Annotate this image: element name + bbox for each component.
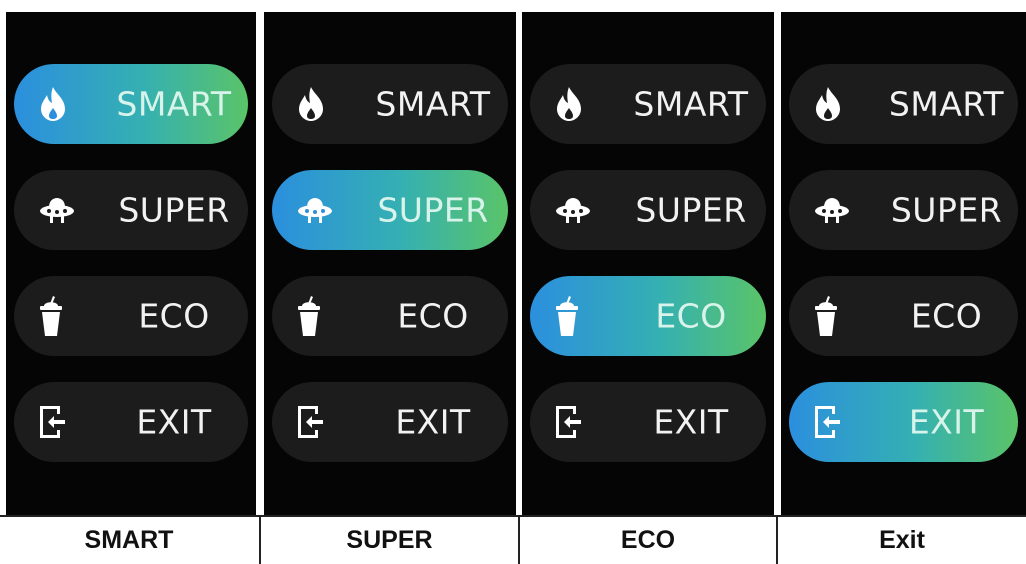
- exit-door-icon: [296, 405, 326, 439]
- ufo-icon: [554, 195, 592, 225]
- menu-item-smart[interactable]: SMART: [789, 64, 1018, 144]
- panel-divider: [775, 12, 779, 564]
- cup-icon: [38, 295, 64, 337]
- menu-item-smart[interactable]: SMART: [530, 64, 766, 144]
- caption-super: SUPER: [346, 526, 433, 554]
- menu-item-super[interactable]: SUPER: [789, 170, 1018, 250]
- cup-icon: [813, 295, 839, 337]
- exit-door-icon: [38, 405, 68, 439]
- menu-item-eco[interactable]: ECO: [272, 276, 508, 356]
- caption-exit: Exit: [879, 526, 925, 554]
- menu-item-label: SMART: [116, 84, 232, 124]
- menu-item-label: EXIT: [908, 402, 985, 442]
- panel-smart: SMART SUPER ECO EXIT: [6, 12, 256, 515]
- exit-door-icon: [554, 405, 584, 439]
- menu-item-label: ECO: [910, 296, 983, 336]
- flame-icon: [554, 86, 584, 122]
- menu-item-eco[interactable]: ECO: [789, 276, 1018, 356]
- caption-eco: ECO: [620, 526, 676, 554]
- caption-row: SMART SUPER ECO Exit: [0, 515, 1026, 564]
- menu-item-label: SUPER: [635, 190, 747, 230]
- menu-item-label: SUPER: [118, 190, 230, 230]
- menu-item-label: ECO: [138, 296, 210, 336]
- ufo-icon: [38, 195, 76, 225]
- flame-icon: [296, 86, 326, 122]
- panel-divider: [517, 12, 521, 564]
- menu-item-label: EXIT: [395, 402, 471, 442]
- menu-item-label: ECO: [397, 296, 469, 336]
- cup-icon: [296, 295, 322, 337]
- menu-item-eco[interactable]: ECO: [530, 276, 766, 356]
- menu-item-exit[interactable]: EXIT: [789, 382, 1018, 462]
- menu-item-super[interactable]: SUPER: [530, 170, 766, 250]
- panel-eco: SMART SUPER ECO EXIT: [522, 12, 774, 515]
- menu-item-label: SMART: [888, 84, 1005, 124]
- menu-item-label: SUPER: [890, 190, 1003, 230]
- panel-super: SMART SUPER ECO EXIT: [264, 12, 516, 515]
- caption-smart: SMART: [84, 526, 174, 554]
- menu-item-label: SMART: [375, 84, 491, 124]
- menu-item-label: SUPER: [377, 190, 489, 230]
- flame-icon: [38, 86, 68, 122]
- ufo-icon: [813, 195, 851, 225]
- menu-item-exit[interactable]: EXIT: [14, 382, 248, 462]
- menu-item-exit[interactable]: EXIT: [530, 382, 766, 462]
- menu-item-super[interactable]: SUPER: [14, 170, 248, 250]
- menu-item-label: EXIT: [136, 402, 212, 442]
- menu-item-label: EXIT: [653, 402, 729, 442]
- menu-item-eco[interactable]: ECO: [14, 276, 248, 356]
- menu-item-label: ECO: [655, 296, 727, 336]
- panel-divider: [258, 12, 262, 564]
- menu-item-label: SMART: [633, 84, 749, 124]
- panel-exit: SMART SUPER ECO EXIT: [781, 12, 1026, 515]
- menu-item-super[interactable]: SUPER: [272, 170, 508, 250]
- ufo-icon: [296, 195, 334, 225]
- flame-icon: [813, 86, 843, 122]
- menu-item-smart[interactable]: SMART: [272, 64, 508, 144]
- cup-icon: [554, 295, 580, 337]
- menu-item-exit[interactable]: EXIT: [272, 382, 508, 462]
- exit-door-icon: [813, 405, 843, 439]
- menu-item-smart[interactable]: SMART: [14, 64, 248, 144]
